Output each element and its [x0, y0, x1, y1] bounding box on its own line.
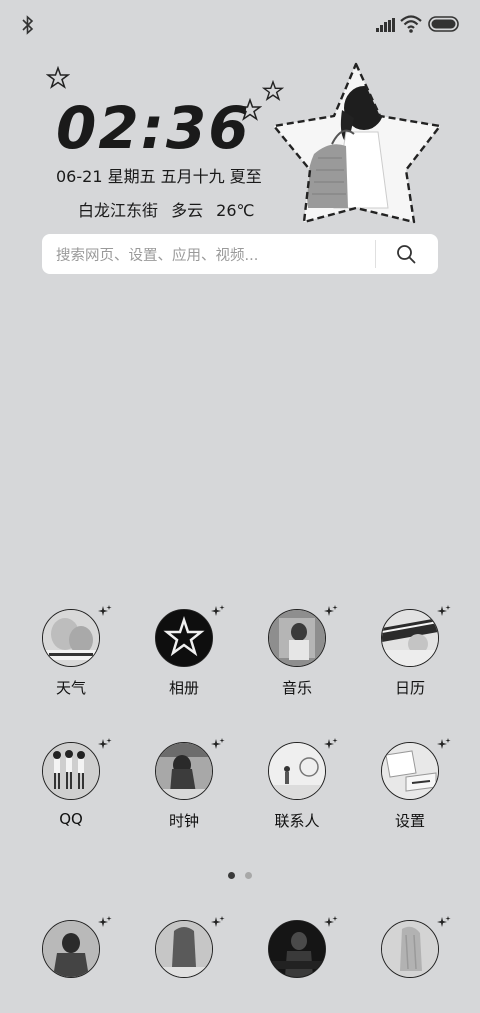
app-clock[interactable]: 时钟 [129, 738, 239, 852]
sparkle-icon [98, 605, 112, 616]
app-icon-gallery[interactable] [155, 609, 213, 667]
bluetooth-icon [22, 15, 34, 35]
dock-app-1[interactable] [16, 916, 126, 1013]
signal-icon [376, 18, 395, 32]
wifi-icon [400, 15, 422, 33]
app-label: QQ [59, 810, 83, 828]
app-calendar[interactable]: 日历 [355, 605, 465, 719]
date-text[interactable]: 06-21 星期五 五月十九 夏至 [56, 163, 262, 187]
battery-icon [428, 16, 459, 32]
app-label: 相册 [168, 679, 199, 697]
sparkle-icon [437, 916, 451, 927]
dock-app-icon[interactable] [268, 920, 326, 978]
sparkle-icon [437, 605, 451, 616]
sparkle-icon [324, 916, 338, 927]
sparkle-icon [211, 605, 225, 616]
sparkle-icon [211, 916, 225, 927]
app-music[interactable]: 音乐 [242, 605, 352, 719]
sparkle-icon [211, 738, 225, 749]
star-photo-frame [272, 62, 442, 224]
app-label: 日历 [394, 679, 425, 697]
search-input[interactable]: 搜索网页、设置、应用、视频... [56, 244, 258, 265]
dock-app-icon[interactable] [42, 920, 100, 978]
girl-photo [274, 64, 440, 222]
app-icon-qq[interactable] [42, 742, 100, 800]
app-settings[interactable]: 设置 [355, 738, 465, 852]
search-icon[interactable] [396, 244, 416, 264]
app-weather[interactable]: 天气 [16, 605, 126, 719]
app-icon-music[interactable] [268, 609, 326, 667]
sparkle-icon [98, 738, 112, 749]
app-gallery[interactable]: 相册 [129, 605, 239, 719]
app-label: 设置 [394, 812, 425, 830]
app-icon-calendar[interactable] [381, 609, 439, 667]
page-dot-active[interactable] [228, 872, 235, 879]
weather-text[interactable]: 白龙江东街 多云 26℃ [78, 197, 255, 221]
search-divider [375, 240, 376, 268]
sparkle-icon [98, 916, 112, 927]
clock-time[interactable]: 02:36 [56, 92, 256, 164]
doodle-star-icon [46, 66, 70, 89]
search-bar[interactable]: 搜索网页、设置、应用、视频... [42, 234, 438, 274]
sparkle-icon [324, 605, 338, 616]
app-label: 天气 [55, 679, 86, 697]
app-qq[interactable]: QQ [16, 738, 126, 852]
dock-app-3[interactable] [242, 916, 352, 1013]
dock-app-icon[interactable] [155, 920, 213, 978]
app-contacts[interactable]: 联系人 [242, 738, 352, 852]
app-label: 时钟 [168, 812, 199, 830]
sparkle-icon [324, 738, 338, 749]
dock-app-4[interactable] [355, 916, 465, 1013]
app-icon-weather[interactable] [42, 609, 100, 667]
dock-app-icon[interactable] [381, 920, 439, 978]
app-icon-settings[interactable] [381, 742, 439, 800]
dock-app-2[interactable] [129, 916, 239, 1013]
app-label: 联系人 [274, 812, 320, 830]
app-label: 音乐 [281, 679, 312, 697]
page-dot[interactable] [245, 872, 252, 879]
page-indicator[interactable] [228, 872, 254, 880]
app-icon-contacts[interactable] [268, 742, 326, 800]
app-icon-clock[interactable] [155, 742, 213, 800]
sparkle-icon [437, 738, 451, 749]
